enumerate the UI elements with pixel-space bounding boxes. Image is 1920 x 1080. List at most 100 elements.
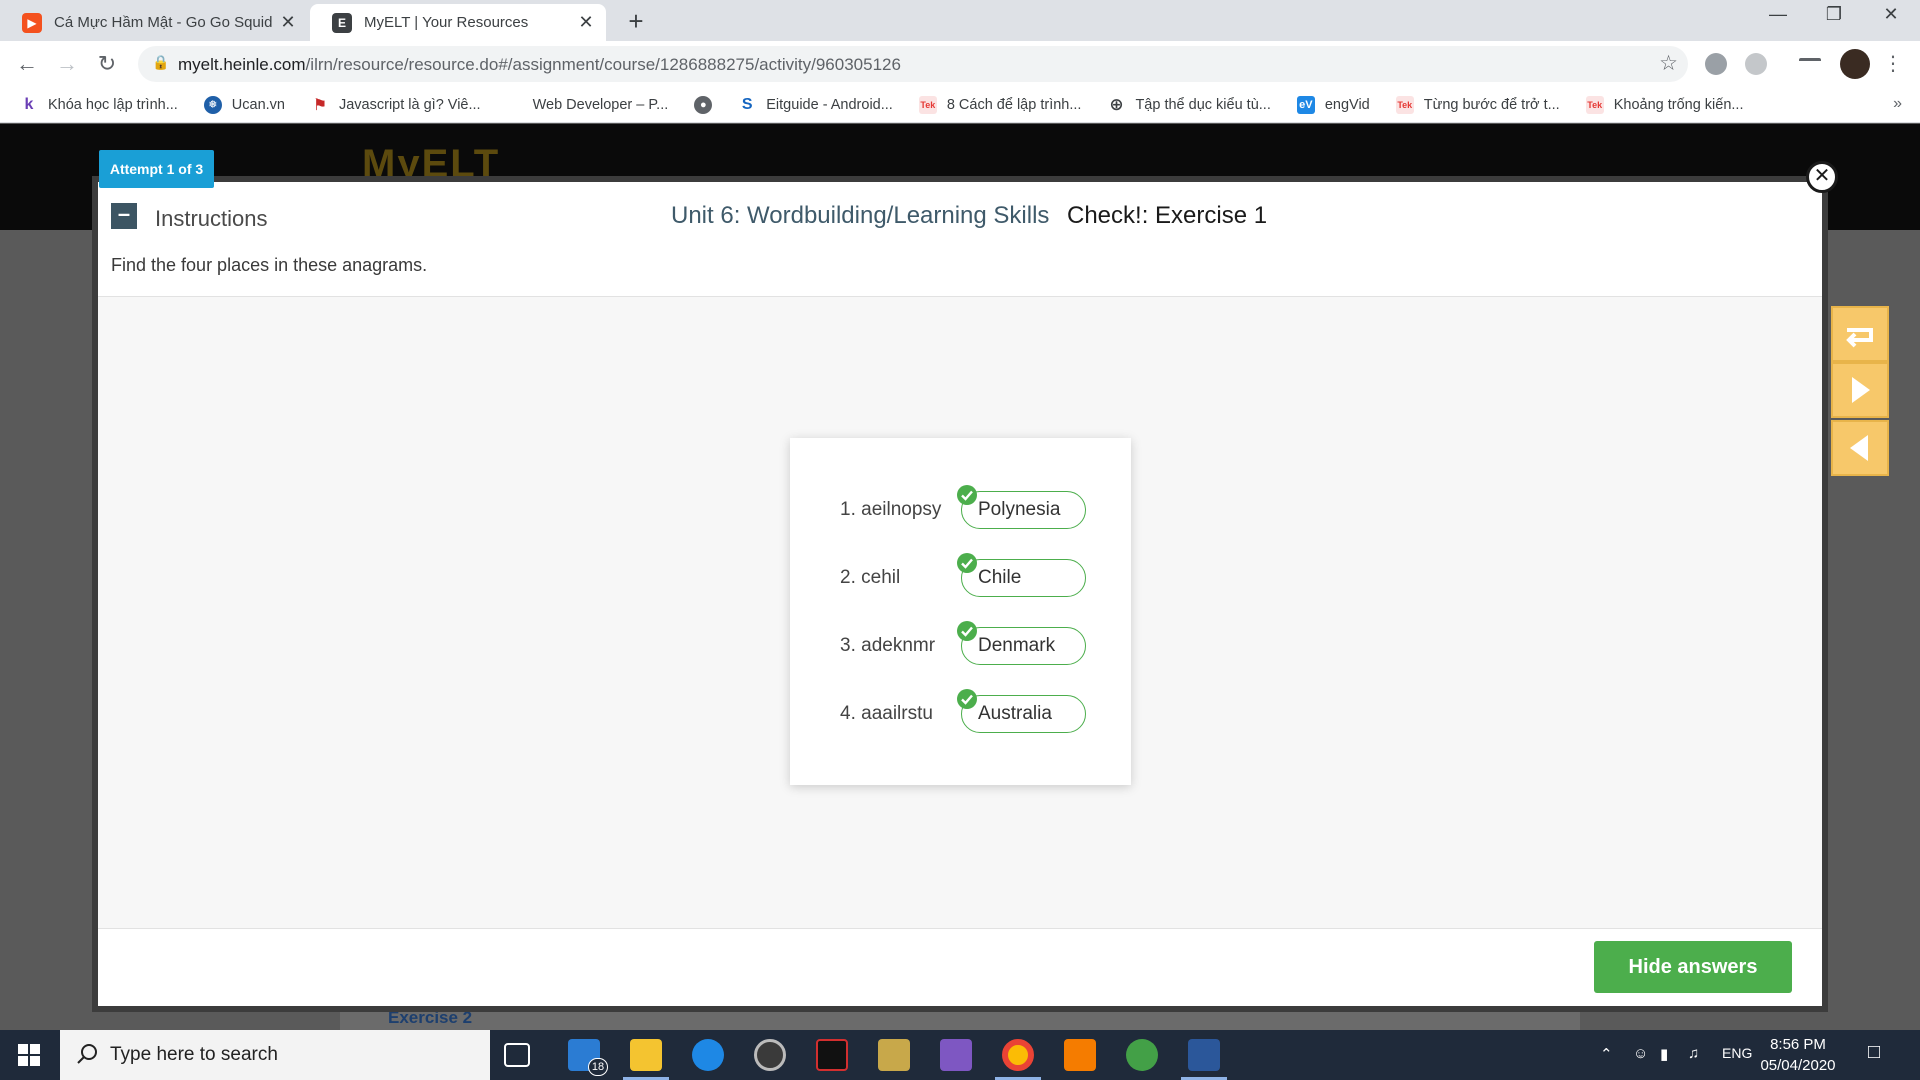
- minimize-icon[interactable]: —: [1758, 4, 1798, 25]
- extension-icon[interactable]: [1745, 53, 1767, 75]
- bookmark-item[interactable]: ⊕ Tập thể dục kiểu tù...: [1107, 95, 1271, 114]
- globe-icon: ●: [694, 95, 713, 114]
- visual-studio-icon[interactable]: [940, 1039, 972, 1071]
- hide-answers-button[interactable]: Hide answers: [1594, 941, 1792, 993]
- flag-icon: ⚑: [312, 96, 328, 114]
- back-icon[interactable]: ←: [12, 49, 42, 79]
- profile-avatar[interactable]: [1840, 49, 1870, 79]
- edge-icon[interactable]: [692, 1039, 724, 1071]
- answer-input[interactable]: [961, 491, 1086, 529]
- notifications-icon[interactable]: □: [1868, 1041, 1880, 1064]
- modal-header: – Instructions Unit 6: Wordbuilding/Lear…: [98, 182, 1822, 297]
- media-control-icon[interactable]: [1799, 58, 1821, 72]
- correct-check-icon: [957, 689, 977, 709]
- windows-start-icon[interactable]: [18, 1044, 40, 1071]
- retry-button[interactable]: [1831, 306, 1889, 362]
- chrome-icon[interactable]: [1002, 1039, 1034, 1071]
- anagram-item: 4. aaailrstu: [840, 689, 1100, 733]
- anagram-item: 3. adeknmr: [840, 621, 1100, 665]
- correct-check-icon: [957, 621, 977, 641]
- bookmark-item[interactable]: k Khóa học lập trình...: [20, 96, 178, 114]
- address-bar[interactable]: 🔒 myelt.heinle.com/ilrn/resource/resourc…: [138, 46, 1688, 82]
- bookmark-label: Khóa học lập trình...: [48, 96, 178, 113]
- globe-icon: ❅: [203, 95, 222, 114]
- answer-input[interactable]: [961, 627, 1086, 665]
- garena-icon[interactable]: [816, 1039, 848, 1071]
- windows-taskbar: Type here to search 18 ⌃ ☺ ▮ ♫ ENG 8:56 …: [0, 1030, 1920, 1080]
- sublime-text-icon[interactable]: [1064, 1039, 1096, 1071]
- previous-button[interactable]: [1831, 420, 1889, 476]
- instructions-label: Instructions: [155, 206, 268, 231]
- anagram-prompt: 3. adeknmr: [840, 635, 936, 656]
- close-tab-icon[interactable]: ✕: [576, 12, 596, 33]
- bookmark-item[interactable]: ❅ Ucan.vn: [203, 95, 285, 114]
- ev-logo-icon: eV: [1296, 95, 1315, 114]
- bookmark-item[interactable]: S Eitguide - Android...: [738, 96, 893, 114]
- tek-logo-icon: Tek: [1395, 95, 1414, 114]
- tray-chevron-icon[interactable]: ⌃: [1600, 1045, 1613, 1063]
- bookmark-label: Ucan.vn: [231, 96, 285, 113]
- more-bookmarks-icon[interactable]: »: [1893, 95, 1902, 113]
- bookmark-item[interactable]: ⚑ Javascript là gì? Viê...: [311, 96, 481, 114]
- bookmark-star-icon[interactable]: ☆: [1659, 51, 1678, 76]
- word-icon[interactable]: [1188, 1039, 1220, 1071]
- answer-input[interactable]: [961, 559, 1086, 597]
- wifi-icon[interactable]: ☺: [1633, 1045, 1648, 1062]
- file-explorer-icon[interactable]: [630, 1039, 662, 1071]
- next-button[interactable]: [1831, 362, 1889, 418]
- tools-icon[interactable]: [878, 1039, 910, 1071]
- anagram-card: 1. aeilnopsy 2. cehil 3. adeknmr 4. aaai…: [790, 438, 1131, 785]
- bookmark-item[interactable]: Tek Khoảng trống kiến...: [1585, 95, 1744, 114]
- bookmark-label: Khoảng trống kiến...: [1613, 96, 1744, 113]
- mail-badge: 18: [588, 1058, 608, 1076]
- task-view-icon[interactable]: [504, 1043, 530, 1067]
- bookmark-label: engVid: [1324, 96, 1370, 113]
- answer-input[interactable]: [961, 695, 1086, 733]
- restore-icon[interactable]: ❐: [1814, 4, 1854, 25]
- clock[interactable]: 8:56 PM 05/04/2020: [1758, 1034, 1838, 1076]
- close-tab-icon[interactable]: ✕: [278, 12, 298, 33]
- anagram-item: 2. cehil: [840, 553, 1100, 597]
- search-placeholder: Type here to search: [110, 1044, 278, 1065]
- browser-tab-active[interactable]: E MyELT | Your Resources ✕: [310, 4, 606, 41]
- bookmark-item[interactable]: Tek Từng bước để trở t...: [1395, 95, 1560, 114]
- forward-icon[interactable]: →: [52, 49, 82, 79]
- reload-icon[interactable]: ↻: [92, 49, 122, 79]
- collapse-instructions-button[interactable]: –: [111, 203, 137, 229]
- browser-tab-strip: ▶ Cá Mực Hầm Mật - Go Go Squid! ✕ E MyEL…: [0, 0, 1920, 41]
- attempt-badge: Attempt 1 of 3: [99, 150, 214, 188]
- unit-title: Unit 6: Wordbuilding/Learning Skills: [671, 202, 1050, 229]
- exercise-title: Check!: Exercise 1: [1067, 202, 1268, 229]
- url-text[interactable]: myelt.heinle.com/ilrn/resource/resource.…: [178, 55, 901, 75]
- bookmark-label: Eitguide - Android...: [766, 96, 893, 113]
- youtube-play-icon: ▶: [22, 12, 42, 33]
- language-indicator[interactable]: ENG: [1722, 1045, 1752, 1061]
- tab-title: MyELT | Your Resources: [364, 14, 529, 31]
- bookmark-item[interactable]: ●: [694, 95, 722, 114]
- media-player-icon[interactable]: [754, 1039, 786, 1071]
- k-logo-icon: k: [24, 95, 34, 113]
- browser-tab[interactable]: ▶ Cá Mực Hầm Mật - Go Go Squid! ✕: [0, 4, 308, 41]
- lock-icon[interactable]: 🔒: [152, 54, 169, 71]
- bookmark-item[interactable]: Tek 8 Cách để lập trình...: [918, 95, 1081, 114]
- bookmark-label: Web Developer – P...: [532, 96, 669, 113]
- bookmark-label: Tập thể dục kiểu tù...: [1135, 96, 1271, 113]
- browser-toolbar: ← → ↻ 🔒 myelt.heinle.com/ilrn/resource/r…: [0, 41, 1920, 87]
- instruction-text: Find the four places in these anagrams.: [111, 255, 428, 275]
- new-tab-button[interactable]: +: [622, 6, 650, 37]
- extension-icon[interactable]: [1705, 53, 1727, 75]
- search-icon: [76, 1042, 100, 1071]
- battery-icon[interactable]: ▮: [1660, 1045, 1668, 1063]
- e-logo-icon: E: [332, 12, 352, 33]
- anagram-item: 1. aeilnopsy: [840, 485, 1100, 529]
- close-window-icon[interactable]: ✕: [1871, 4, 1911, 25]
- taskbar-search-box[interactable]: Type here to search: [60, 1030, 490, 1080]
- bookmark-item[interactable]: Web Developer – P...: [533, 97, 669, 113]
- menu-kebab-icon[interactable]: ⋮: [1878, 49, 1908, 79]
- atom-icon[interactable]: [1126, 1039, 1158, 1071]
- volume-icon[interactable]: ♫: [1688, 1045, 1699, 1062]
- bookmark-item[interactable]: eV engVid: [1296, 95, 1370, 114]
- play-next-icon: [1852, 377, 1870, 403]
- close-modal-icon[interactable]: ✕: [1806, 161, 1838, 193]
- clock-date: 05/04/2020: [1760, 1057, 1836, 1074]
